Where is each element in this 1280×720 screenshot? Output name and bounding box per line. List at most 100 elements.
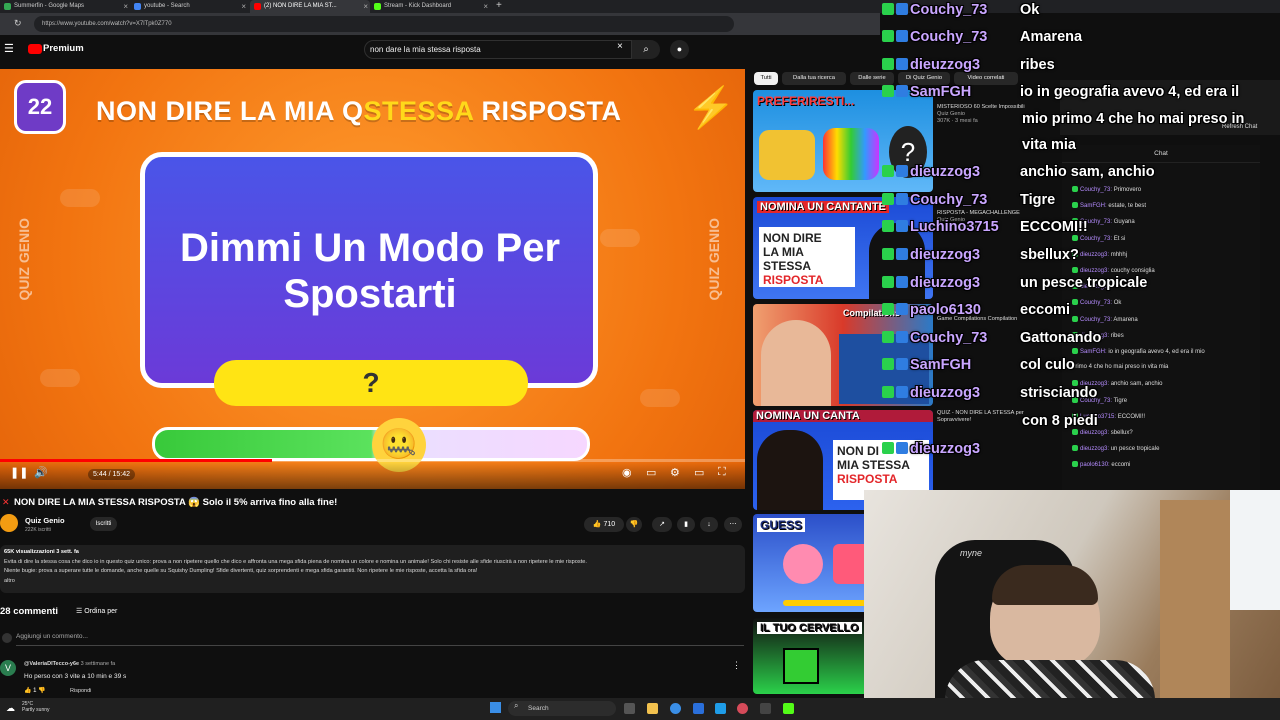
- lightning-icon: ⚡: [686, 86, 736, 130]
- store-icon[interactable]: [715, 703, 726, 714]
- verified-badge-icon: [896, 85, 908, 97]
- comment-menu-icon[interactable]: ⋮: [732, 660, 741, 671]
- overlay-chat-line: Couchy_73 Ok: [882, 1, 1039, 19]
- description-box[interactable]: 65K visualizzazioni 3 sett. fa Evita di …: [0, 545, 745, 593]
- chat-badge-icon: [1072, 267, 1078, 273]
- close-icon[interactable]: ×: [363, 0, 368, 13]
- comment-like-icon[interactable]: 👍 1 👎: [24, 687, 46, 694]
- tab-label: (2) NON DIRE LA MIA ST...: [264, 3, 337, 9]
- edge-icon[interactable]: [693, 703, 704, 714]
- channel-name[interactable]: Quiz Genio: [25, 516, 65, 525]
- overlay-message: con 8 piedi: [1022, 413, 1098, 429]
- channel-avatar[interactable]: [0, 514, 18, 532]
- clear-search-icon[interactable]: ×: [617, 41, 623, 52]
- subscribe-button[interactable]: Iscritti: [90, 517, 117, 531]
- autoplay-toggle[interactable]: ◉: [622, 466, 632, 479]
- url-field[interactable]: https://www.youtube.com/watch?v=X7lTpk0Z…: [34, 16, 734, 32]
- sort-label: Ordina per: [84, 608, 118, 615]
- chat-username[interactable]: paolo6130:: [1080, 462, 1110, 468]
- close-icon[interactable]: ×: [483, 0, 488, 13]
- menu-icon[interactable]: ☰: [4, 42, 14, 55]
- save-button[interactable]: ▮: [677, 517, 695, 532]
- verified-badge-icon: [896, 193, 908, 205]
- chat-username[interactable]: SamFGH:: [1080, 349, 1107, 355]
- like-count: 710: [603, 521, 616, 528]
- close-icon[interactable]: ×: [123, 0, 128, 13]
- overlay-chat-line: dieuzzog3 strisciando: [882, 384, 1097, 402]
- browser-tab-kick[interactable]: Stream - Kick Dashboard ×: [370, 0, 490, 13]
- chat-username[interactable]: dieuzzog3:: [1080, 252, 1109, 258]
- kick-icon[interactable]: [783, 703, 794, 714]
- chat-message: estate, te best: [1108, 203, 1147, 210]
- dumpling-image: [759, 130, 815, 180]
- chair-logo: myne: [960, 548, 983, 558]
- youtube-icon: [254, 3, 261, 10]
- close-icon[interactable]: ×: [241, 0, 246, 13]
- weather-widget[interactable]: 25°C Partly sunny: [22, 701, 50, 713]
- overlay-username: dieuzzog3: [910, 57, 981, 73]
- chip-from-search[interactable]: Dalla tua ricerca: [782, 72, 846, 85]
- chat-username[interactable]: Couchy_73:: [1080, 317, 1112, 323]
- task-view-icon[interactable]: [624, 703, 635, 714]
- add-comment-input[interactable]: Aggiungi un commento...: [16, 633, 88, 640]
- download-button[interactable]: ↓: [700, 517, 718, 532]
- sort-icon: ☰: [76, 608, 85, 615]
- thumbnail-title: NOMINA UN CANTANTE: [757, 201, 889, 213]
- pause-icon[interactable]: ❚❚: [10, 466, 28, 479]
- chat-username[interactable]: Couchy_73:: [1080, 187, 1112, 193]
- share-button[interactable]: ↗: [652, 517, 672, 532]
- kick-badge-icon: [882, 276, 894, 288]
- overlay-chat-line: dieuzzog3: [882, 440, 1020, 458]
- kick-badge-icon: [882, 165, 894, 177]
- search-icon: ⌕: [514, 701, 519, 710]
- kick-badge-icon: [882, 85, 894, 97]
- mic-icon[interactable]: ●: [670, 40, 689, 59]
- volume-icon[interactable]: 🔊: [34, 466, 48, 479]
- settings-gear-icon[interactable]: ⚙: [670, 466, 680, 479]
- chrome-icon[interactable]: [670, 703, 681, 714]
- chat-username[interactable]: Couchy_73:: [1080, 300, 1112, 306]
- streamer-hair: [992, 565, 1098, 605]
- search-button[interactable]: ⌕: [632, 40, 660, 59]
- dislike-button[interactable]: 👎: [626, 517, 642, 532]
- overlay-message: sbellux?: [1020, 247, 1079, 263]
- search-input[interactable]: non dare la mia stessa risposta: [364, 40, 632, 59]
- thumbnail-title: NOMINA UN CANTA: [753, 410, 933, 422]
- overlay-username: dieuzzog3: [910, 164, 981, 180]
- new-tab-button[interactable]: +: [496, 0, 502, 11]
- side-chat-line: SamFGH: estate, te best: [1072, 202, 1146, 209]
- question-text: Dimmi Un Modo Per Spostarti: [179, 226, 561, 316]
- chat-message: ribes: [1110, 332, 1124, 339]
- chip-all[interactable]: Tutti: [754, 72, 778, 85]
- chat-username[interactable]: Couchy_73:: [1080, 236, 1112, 242]
- subtitles-icon[interactable]: ▭: [646, 466, 656, 479]
- close-icon[interactable]: ✕: [2, 497, 10, 508]
- file-explorer-icon[interactable]: [647, 703, 658, 714]
- chat-badge-icon: [1072, 445, 1078, 452]
- chat-badge-icon: [1072, 186, 1078, 192]
- youtube-logo-label[interactable]: Premium: [43, 43, 84, 54]
- browser-tab-search[interactable]: youtube - Search ×: [130, 0, 248, 13]
- app-icon[interactable]: [760, 703, 771, 714]
- chat-username[interactable]: SamFGH:: [1080, 203, 1107, 209]
- chat-username[interactable]: dieuzzog3:: [1080, 446, 1109, 452]
- avatar[interactable]: V: [0, 660, 16, 676]
- cloud-decoration: [600, 229, 640, 247]
- browser-tab-maps[interactable]: Summerfin - Google Maps ×: [0, 0, 130, 13]
- fullscreen-icon[interactable]: ⛶: [718, 466, 726, 479]
- windows-start-icon[interactable]: [490, 702, 501, 713]
- reply-button[interactable]: Rispondi: [70, 688, 91, 694]
- taskbar-search[interactable]: Search: [508, 701, 616, 716]
- browser-tab-video[interactable]: (2) NON DIRE LA MIA ST... ×: [250, 0, 370, 13]
- chat-username[interactable]: dieuzzog3:: [1080, 430, 1109, 436]
- verified-badge-icon: [896, 386, 908, 398]
- theater-icon[interactable]: ▭: [694, 466, 704, 479]
- reload-icon[interactable]: ↻: [14, 18, 22, 29]
- description-more[interactable]: altro: [4, 577, 741, 587]
- sort-comments-button[interactable]: ☰ Ordina per: [76, 607, 117, 615]
- obs-icon[interactable]: [737, 703, 748, 714]
- like-button[interactable]: 👍 710: [584, 517, 624, 532]
- more-actions-button[interactable]: ⋯: [724, 517, 742, 532]
- comment-user[interactable]: @ValeriaDITecco-y6e: [24, 661, 79, 667]
- youtube-logo-icon[interactable]: [28, 44, 42, 54]
